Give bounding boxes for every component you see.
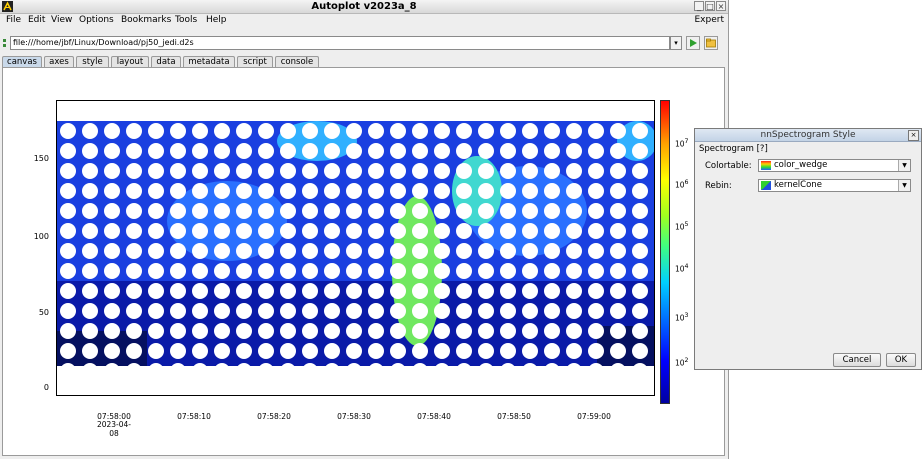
spectrogram-plot[interactable] (56, 100, 655, 396)
tab-script[interactable]: script (237, 56, 273, 67)
rebin-label: Rebin: (705, 181, 732, 191)
chevron-down-icon: ▼ (898, 180, 910, 191)
colortable-value: color_wedge (774, 160, 828, 170)
spectrogram-image (57, 101, 654, 395)
play-button[interactable] (686, 36, 700, 50)
kernel-cone-icon (761, 181, 771, 190)
autoplot-main-window: Autoplot v2023a_8 _ □ × File Edit View O… (0, 0, 729, 459)
colorbar-tick-label: 107 (675, 138, 689, 149)
menu-bookmarks[interactable]: Bookmarks (121, 14, 171, 26)
tab-console[interactable]: console (275, 56, 319, 67)
window-title: Autoplot v2023a_8 (311, 1, 417, 12)
drag-handle-icon (3, 39, 6, 47)
menu-expert[interactable]: Expert (695, 14, 725, 26)
spectrogram-style-dialog: nnSpectrogram Style × Spectrogram [?] Co… (694, 128, 922, 370)
y-tick-label: 0 (43, 383, 49, 392)
rebin-value: kernelCone (774, 180, 822, 190)
color-wedge-icon (761, 161, 771, 170)
y-tick-label: 150 (33, 154, 49, 163)
menu-bar: File Edit View Options Bookmarks Tools H… (0, 14, 728, 26)
x-tick-label: 07:58:40 (417, 412, 451, 421)
address-input[interactable]: file:///home/jbf/Linux/Download/pj50_jed… (10, 36, 670, 50)
minimize-button[interactable]: _ (694, 1, 704, 11)
colorbar-tick-label: 102 (675, 357, 689, 368)
play-icon (690, 39, 697, 47)
x-tick-label: 07:58:10 (177, 412, 211, 421)
spectrogram-group-label: Spectrogram [?] (699, 144, 768, 154)
open-folder-button[interactable] (704, 36, 718, 50)
x-tick-label: 07:58:20 (257, 412, 291, 421)
menu-options[interactable]: Options (79, 14, 114, 26)
dialog-title[interactable]: nnSpectrogram Style (695, 129, 921, 142)
tab-data[interactable]: data (151, 56, 181, 67)
tab-canvas[interactable]: canvas (2, 56, 42, 67)
cancel-button[interactable]: Cancel (833, 353, 881, 367)
plot-canvas[interactable]: 150 100 50 0 07:58:00 2023-04-08 07:58:1… (2, 67, 725, 456)
maximize-button[interactable]: □ (705, 1, 715, 11)
menu-help[interactable]: Help (206, 14, 227, 26)
menu-tools[interactable]: Tools (175, 14, 197, 26)
tab-layout[interactable]: layout (111, 56, 149, 67)
x-tick-label: 07:58:30 (337, 412, 371, 421)
colorbar-tick-label: 106 (675, 179, 689, 190)
tab-axes[interactable]: axes (44, 56, 74, 67)
menu-edit[interactable]: Edit (28, 14, 45, 26)
colortable-select[interactable]: color_wedge ▼ (758, 159, 911, 172)
address-dropdown-button[interactable]: ▾ (670, 36, 682, 50)
tab-style[interactable]: style (76, 56, 109, 67)
menu-view[interactable]: View (51, 14, 72, 26)
x-date-label: 2023-04-08 (96, 420, 132, 438)
colorbar-tick-label: 103 (675, 312, 689, 323)
dialog-close-button[interactable]: × (908, 130, 919, 141)
colorbar-tick-label: 105 (675, 221, 689, 232)
ok-button[interactable]: OK (886, 353, 916, 367)
tab-metadata[interactable]: metadata (183, 56, 235, 67)
title-bar[interactable]: Autoplot v2023a_8 _ □ × (0, 0, 728, 14)
x-tick-label: 07:58:50 (497, 412, 531, 421)
colorbar-tick-label: 104 (675, 263, 689, 274)
close-button[interactable]: × (716, 1, 726, 11)
chevron-down-icon: ▼ (898, 160, 910, 171)
y-tick-label: 50 (38, 308, 49, 317)
colorbar (660, 100, 670, 404)
rebin-select[interactable]: kernelCone ▼ (758, 179, 911, 192)
x-tick-label: 07:59:00 (577, 412, 611, 421)
menu-file[interactable]: File (6, 14, 21, 26)
colortable-label: Colortable: (705, 161, 752, 171)
folder-icon (706, 38, 716, 48)
y-tick-label: 100 (33, 232, 49, 241)
